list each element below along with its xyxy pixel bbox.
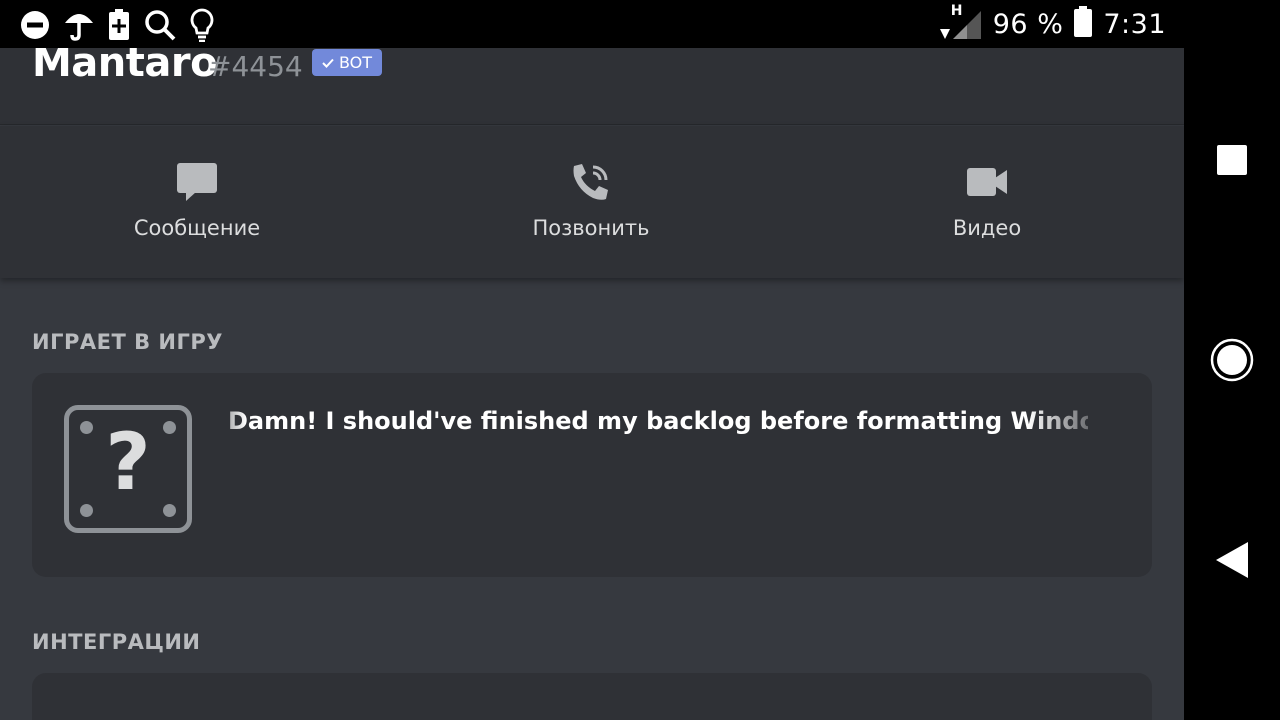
recent-apps-icon[interactable]	[1208, 136, 1256, 184]
bot-badge: BOT	[312, 49, 382, 76]
video-button[interactable]: Видео	[857, 126, 1117, 278]
playing-section-title: ИГРАЕТ В ИГРУ	[32, 330, 223, 354]
status-bar: H 96 % 7:31	[0, 0, 1184, 48]
username: Mantaro	[32, 48, 218, 86]
game-activity-text: Damn! I should've finished my backlog be…	[228, 407, 1088, 435]
unknown-game-icon: ?	[64, 405, 192, 533]
clock: 7:31	[1103, 8, 1166, 40]
video-camera-icon	[966, 162, 1008, 202]
profile-screen: Mantaro #4454 BOT Сообщение Позвонить Ви…	[0, 48, 1184, 720]
action-bar: Сообщение Позвонить Видео	[0, 126, 1184, 278]
call-button-label: Позвонить	[532, 216, 650, 240]
integrations-card[interactable]	[32, 673, 1152, 720]
home-icon[interactable]	[1208, 336, 1256, 384]
battery-saver-icon	[108, 9, 130, 41]
lightbulb-icon	[190, 8, 214, 42]
battery-percent: 96 %	[992, 8, 1064, 40]
chat-bubble-icon	[176, 162, 218, 202]
game-activity-card: ? Damn! I should've finished my backlog …	[32, 373, 1152, 577]
check-icon	[322, 58, 334, 68]
question-mark: ?	[105, 418, 151, 508]
search-icon	[144, 9, 176, 41]
message-button-label: Сообщение	[133, 216, 261, 240]
call-button[interactable]: Позвонить	[461, 126, 721, 278]
phone-call-icon	[571, 162, 611, 202]
do-not-disturb-icon	[20, 10, 50, 40]
back-icon[interactable]	[1208, 536, 1256, 584]
integrations-section-title: ИНТЕГРАЦИИ	[32, 630, 201, 654]
video-button-label: Видео	[952, 216, 1022, 240]
battery-icon	[1073, 6, 1093, 42]
umbrella-icon	[64, 9, 94, 41]
discriminator: #4454	[208, 50, 303, 83]
profile-header: Mantaro #4454 BOT	[0, 48, 1184, 125]
message-button[interactable]: Сообщение	[67, 126, 327, 278]
navigation-bar	[1184, 0, 1280, 720]
wifi-icon: H	[937, 3, 983, 41]
bot-badge-label: BOT	[338, 53, 373, 72]
network-type-label: H	[950, 3, 963, 19]
